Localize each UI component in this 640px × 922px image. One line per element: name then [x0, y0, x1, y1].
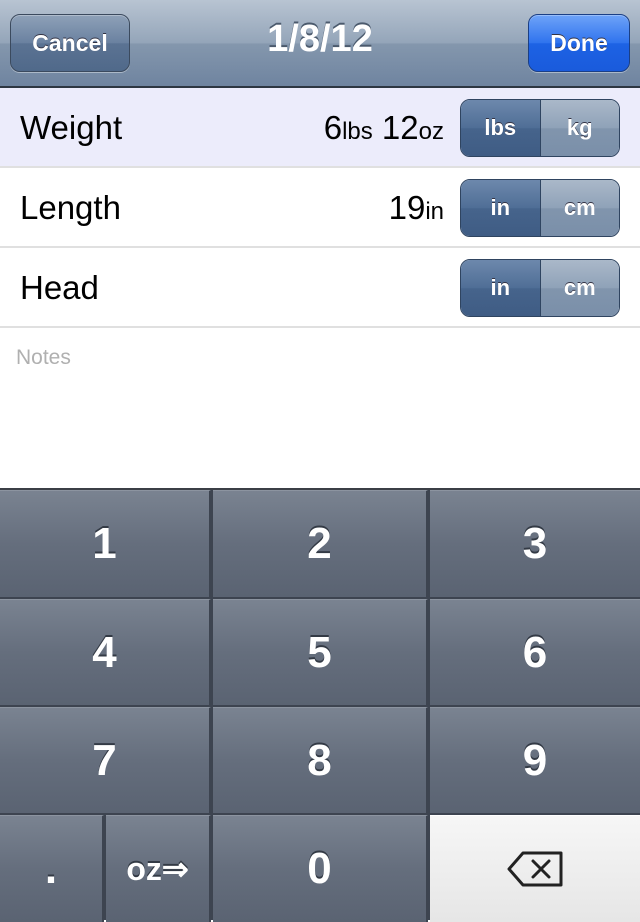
key-5[interactable]: 5 [213, 599, 428, 705]
done-button[interactable]: Done [528, 14, 630, 72]
key-oz-toggle[interactable]: oz⇒ [106, 815, 211, 922]
key-0[interactable]: 0 [213, 815, 428, 922]
length-unit-cm[interactable]: cm [540, 180, 619, 236]
weight-label: Weight [20, 109, 123, 146]
weight-unit-segmented-control: lbs kg [460, 99, 620, 157]
weight-row[interactable]: Weight 6lbs 12oz lbs kg [0, 88, 640, 168]
key-4[interactable]: 4 [0, 599, 211, 705]
length-value[interactable]: 19in [389, 168, 444, 252]
length-row[interactable]: Length 19in in cm [0, 168, 640, 248]
delete-key[interactable] [430, 815, 640, 922]
key-2[interactable]: 2 [213, 490, 428, 597]
navigation-bar: Cancel 1/8/12 Done [0, 0, 640, 88]
weight-lbs-number: 6 [323, 109, 343, 146]
head-unit-segmented-control: in cm [460, 259, 620, 317]
length-unit: in [425, 198, 444, 225]
length-label: Length [20, 189, 121, 226]
weight-unit-kg[interactable]: kg [540, 100, 619, 156]
key-3[interactable]: 3 [430, 490, 640, 597]
key-decimal[interactable]: . [0, 815, 104, 922]
key-1[interactable]: 1 [0, 490, 211, 597]
numeric-keypad: 1 2 3 4 5 6 7 8 9 . oz⇒ 0 [0, 488, 640, 922]
head-label: Head [20, 269, 99, 306]
weight-oz-unit: oz [418, 118, 444, 145]
length-unit-in[interactable]: in [461, 180, 541, 236]
head-row[interactable]: Head in cm [0, 248, 640, 328]
weight-oz-number: 12 [381, 109, 419, 146]
head-unit-cm[interactable]: cm [540, 260, 619, 316]
weight-value[interactable]: 6lbs 12oz [324, 88, 444, 172]
weight-lbs-unit: lbs [342, 118, 373, 145]
key-7[interactable]: 7 [0, 707, 211, 813]
notes-field[interactable]: Notes [0, 328, 640, 488]
length-number: 19 [388, 189, 426, 226]
length-unit-segmented-control: in cm [460, 179, 620, 237]
weight-unit-lbs[interactable]: lbs [461, 100, 541, 156]
key-6[interactable]: 6 [430, 599, 640, 705]
key-8[interactable]: 8 [213, 707, 428, 813]
head-unit-in[interactable]: in [461, 260, 541, 316]
notes-placeholder: Notes [16, 346, 71, 369]
backspace-icon [507, 851, 563, 887]
key-9[interactable]: 9 [430, 707, 640, 813]
